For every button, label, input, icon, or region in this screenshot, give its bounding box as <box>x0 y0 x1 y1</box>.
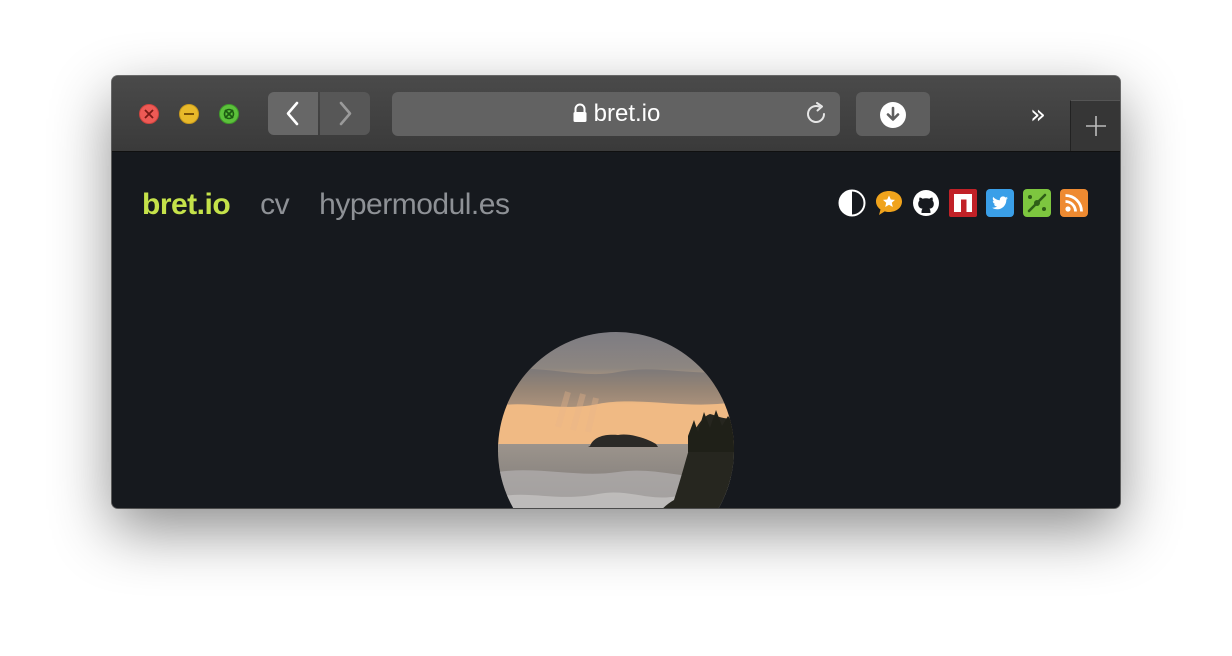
twitter-icon[interactable] <box>986 189 1014 217</box>
github-icon[interactable] <box>912 189 940 217</box>
downloads-button[interactable] <box>856 92 930 136</box>
address-text: bret.io <box>593 100 661 127</box>
site-brand-link[interactable]: bret.io <box>142 188 231 221</box>
chevron-right-icon <box>339 101 352 126</box>
fullscreen-window-button[interactable] <box>219 104 239 124</box>
coastal-sunset-image <box>498 332 734 508</box>
minimize-window-button[interactable] <box>179 104 199 124</box>
fullscreen-icon <box>223 108 235 120</box>
close-window-button[interactable] <box>139 104 159 124</box>
download-icon <box>880 102 906 128</box>
close-icon <box>144 109 154 119</box>
web-page: bret.io cv hypermodul.es <box>112 152 1120 508</box>
stars-icon[interactable] <box>875 189 903 217</box>
rss-icon[interactable] <box>1060 189 1088 217</box>
site-nav: bret.io cv hypermodul.es <box>142 188 510 222</box>
lock-icon <box>573 103 587 122</box>
contrast-toggle-icon[interactable] <box>838 189 866 217</box>
forward-button[interactable] <box>320 92 370 135</box>
chevron-left-icon <box>286 101 299 126</box>
new-tab-button[interactable] <box>1070 100 1120 151</box>
nav-link-cv[interactable]: cv <box>260 188 290 221</box>
overflow-menu-button[interactable]: » <box>1030 100 1046 130</box>
address-bar[interactable]: bret.io <box>392 92 840 136</box>
keybase-icon[interactable] <box>1023 189 1051 217</box>
npm-icon[interactable] <box>949 189 977 217</box>
back-button[interactable] <box>268 92 318 135</box>
profile-photo <box>498 332 734 508</box>
reload-icon[interactable] <box>804 101 830 127</box>
browser-window: bret.io » bret.io cv hypermodul.es <box>112 76 1120 508</box>
browser-toolbar: bret.io » <box>112 76 1120 152</box>
plus-icon <box>1086 116 1106 136</box>
nav-link-hypermodules[interactable]: hypermodul.es <box>319 188 510 221</box>
minimize-icon <box>184 113 194 115</box>
